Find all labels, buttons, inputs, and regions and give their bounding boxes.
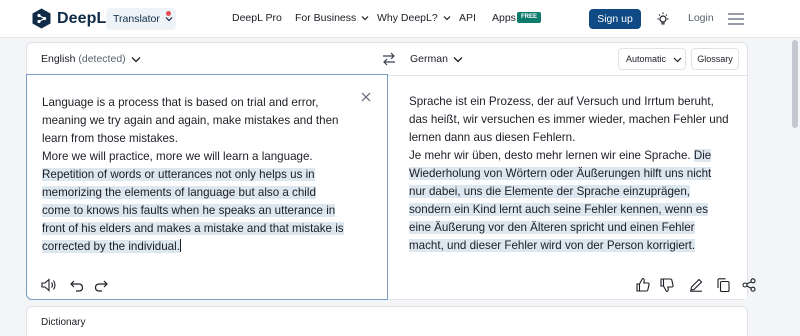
nav-deepl-pro[interactable]: DeepL Pro [232, 12, 282, 24]
selection-highlight: front of his elders and makes a mistake … [42, 222, 344, 235]
chevron-down-icon [165, 17, 173, 22]
source-line: meaning we try again and again, make mis… [42, 114, 339, 127]
translator-pill-label: Translator [113, 13, 160, 25]
brand-name[interactable]: DeepL [57, 10, 106, 28]
selection-highlight: corrected by the individual. [42, 240, 180, 253]
target-text-area[interactable]: Sprache ist ein Prozess, der auf Versuch… [388, 75, 756, 299]
source-line: More we will practice, more we will lear… [42, 150, 313, 163]
target-language-selector[interactable]: German [410, 53, 463, 65]
target-line-highlighted: macht, und dieser Fehler wird von der Pe… [409, 237, 696, 255]
redo-icon[interactable] [94, 278, 108, 292]
source-line-highlighted: come to knows his faults when he speaks … [42, 202, 336, 220]
target-line: Je mehr wir üben, desto mehr lernen wir … [409, 147, 712, 165]
source-line-highlighted: corrected by the individual. [42, 238, 181, 256]
nav-why-deepl-label: Why DeepL? [377, 12, 438, 24]
signup-button[interactable]: Sign up [589, 9, 641, 29]
target-line-highlighted: eine Äußerung vor den Älteren spricht un… [409, 219, 695, 237]
selection-highlight: Wiederholung von Wörtern oder Äußerungen… [409, 167, 712, 180]
selection-highlight: Repetition of words or utterances not on… [42, 168, 315, 181]
source-language-selector[interactable]: English (detected) [41, 53, 141, 65]
formality-label: Automatic [626, 54, 667, 64]
target-language-label: German [410, 53, 448, 65]
glossary-button[interactable]: Glossary [691, 48, 739, 70]
nav-for-business-label: For Business [295, 12, 357, 24]
share-icon[interactable] [742, 278, 756, 292]
target-line-highlighted: sondern ein Kind lernt auch seine Fehler… [409, 201, 709, 219]
dictionary-section: Dictionary [26, 306, 748, 336]
page-scrollbar-thumb[interactable] [792, 40, 798, 128]
selection-highlight: Die [693, 149, 712, 162]
source-text-area[interactable]: Language is a process that is based on t… [26, 74, 388, 300]
notification-dot [166, 11, 171, 16]
target-sentence: Je mehr wir üben, desto mehr lernen wir … [409, 149, 691, 162]
swap-languages-icon[interactable] [382, 52, 396, 66]
selection-highlight: eine Äußerung vor den Älteren spricht un… [409, 221, 695, 234]
source-line-highlighted: front of his elders and makes a mistake … [42, 220, 344, 238]
chevron-down-icon [453, 56, 463, 63]
source-line: Language is a process that is based on t… [42, 96, 319, 109]
translator-product-dropdown[interactable]: Translator [106, 8, 176, 30]
nav-api[interactable]: API [459, 12, 476, 24]
chevron-down-icon [443, 16, 451, 21]
bulb-icon[interactable] [656, 11, 670, 27]
source-line-highlighted: memorizing the elements of language but … [42, 184, 316, 202]
nav-why-deepl[interactable]: Why DeepL? [377, 12, 451, 24]
thumbs-up-icon[interactable] [636, 277, 650, 292]
dictionary-title: Dictionary [41, 317, 86, 328]
selection-highlight: memorizing the elements of language but … [42, 186, 316, 199]
hamburger-menu-icon[interactable] [728, 13, 744, 25]
language-bar: English (detected) German Automatic Glos… [27, 43, 747, 75]
selection-highlight: macht, und dieser Fehler wird von der Pe… [409, 239, 696, 252]
copy-icon[interactable] [717, 278, 730, 292]
selection-highlight: nur dabei, uns die Elemente der Sprache … [409, 185, 691, 198]
target-line: lernen dann aus diesen Fehlern. [409, 131, 576, 144]
target-line-highlighted: nur dabei, uns die Elemente der Sprache … [409, 183, 691, 201]
selection-highlight: sondern ein Kind lernt auch seine Fehler… [409, 203, 709, 216]
source-line-highlighted: Repetition of words or utterances not on… [42, 166, 315, 184]
nav-for-business[interactable]: For Business [295, 12, 369, 24]
selection-highlight: come to knows his faults when he speaks … [42, 204, 336, 217]
formality-dropdown[interactable]: Automatic [618, 48, 686, 70]
undo-icon[interactable] [70, 278, 84, 292]
target-line: das heißt, wir versuchen es immer wieder… [409, 113, 729, 126]
close-icon[interactable] [361, 92, 371, 102]
edit-pencil-icon[interactable] [689, 278, 703, 292]
detected-label: (detected) [78, 53, 126, 65]
chevron-down-icon [131, 56, 141, 63]
free-badge: FREE [517, 12, 541, 23]
translator-card: English (detected) German Automatic Glos… [26, 42, 756, 300]
text-caret [179, 239, 181, 252]
chevron-down-icon [673, 57, 681, 62]
chevron-down-icon [361, 16, 369, 21]
target-line-highlighted: Wiederholung von Wörtern oder Äußerungen… [409, 165, 712, 183]
thumbs-down-icon[interactable] [660, 278, 674, 293]
source-language-label: English [41, 53, 76, 65]
login-link[interactable]: Login [688, 12, 714, 24]
speaker-icon[interactable] [41, 278, 57, 292]
deepl-logo-icon[interactable] [31, 8, 52, 29]
source-line: learn from those mistakes. [42, 132, 178, 145]
nav-apps[interactable]: Apps [492, 12, 516, 24]
top-header: DeepL Translator DeepL Pro For Business … [0, 0, 800, 38]
target-line: Sprache ist ein Prozess, der auf Versuch… [409, 95, 714, 108]
